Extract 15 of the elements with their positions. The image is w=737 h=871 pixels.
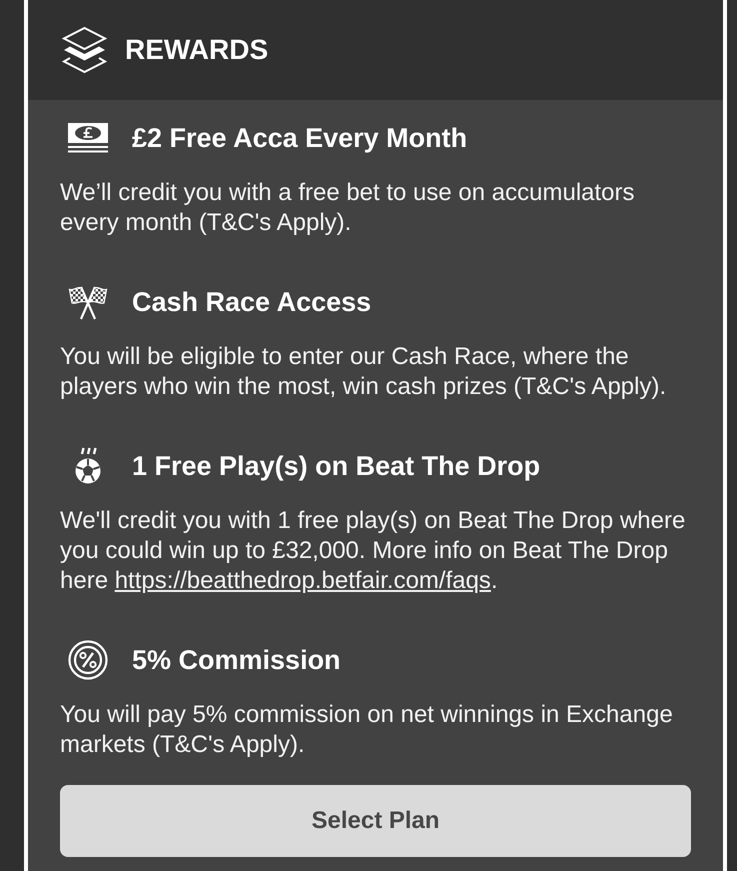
reward-title: £2 Free Acca Every Month	[132, 122, 468, 154]
reward-title: Cash Race Access	[132, 286, 372, 318]
layers-icon	[62, 26, 107, 74]
reward-description: We'll credit you with 1 free play(s) on Beat The Drop where you could win up to £32,000. More info on Beat The Drop here https://beatthedrop.betfair.com/faqs.	[60, 506, 686, 596]
reward-title: 1 Free Play(s) on Beat The Drop	[132, 450, 540, 482]
select-plan-button[interactable]: Select Plan	[60, 785, 691, 857]
reward-description: You will pay 5% commission on net winnings in Exchange markets (T&C's Apply).	[60, 700, 674, 760]
banknote-icon	[68, 123, 108, 153]
header-title: REWARDS	[125, 36, 268, 64]
reward-description: You will be eligible to enter our Cash Race, where the players who win the most, win cash prizes (T&C's Apply).	[60, 342, 668, 402]
percent-icon	[68, 640, 108, 680]
reward-title: 5% Commission	[132, 644, 341, 676]
faq-link[interactable]: https://beatthedrop.betfair.com/faqs	[114, 567, 491, 594]
checkered-flags-icon	[68, 284, 108, 320]
reward-description: We’ll credit you with a free bet to use on accumulators every month (T&C's Apply).	[60, 178, 636, 238]
